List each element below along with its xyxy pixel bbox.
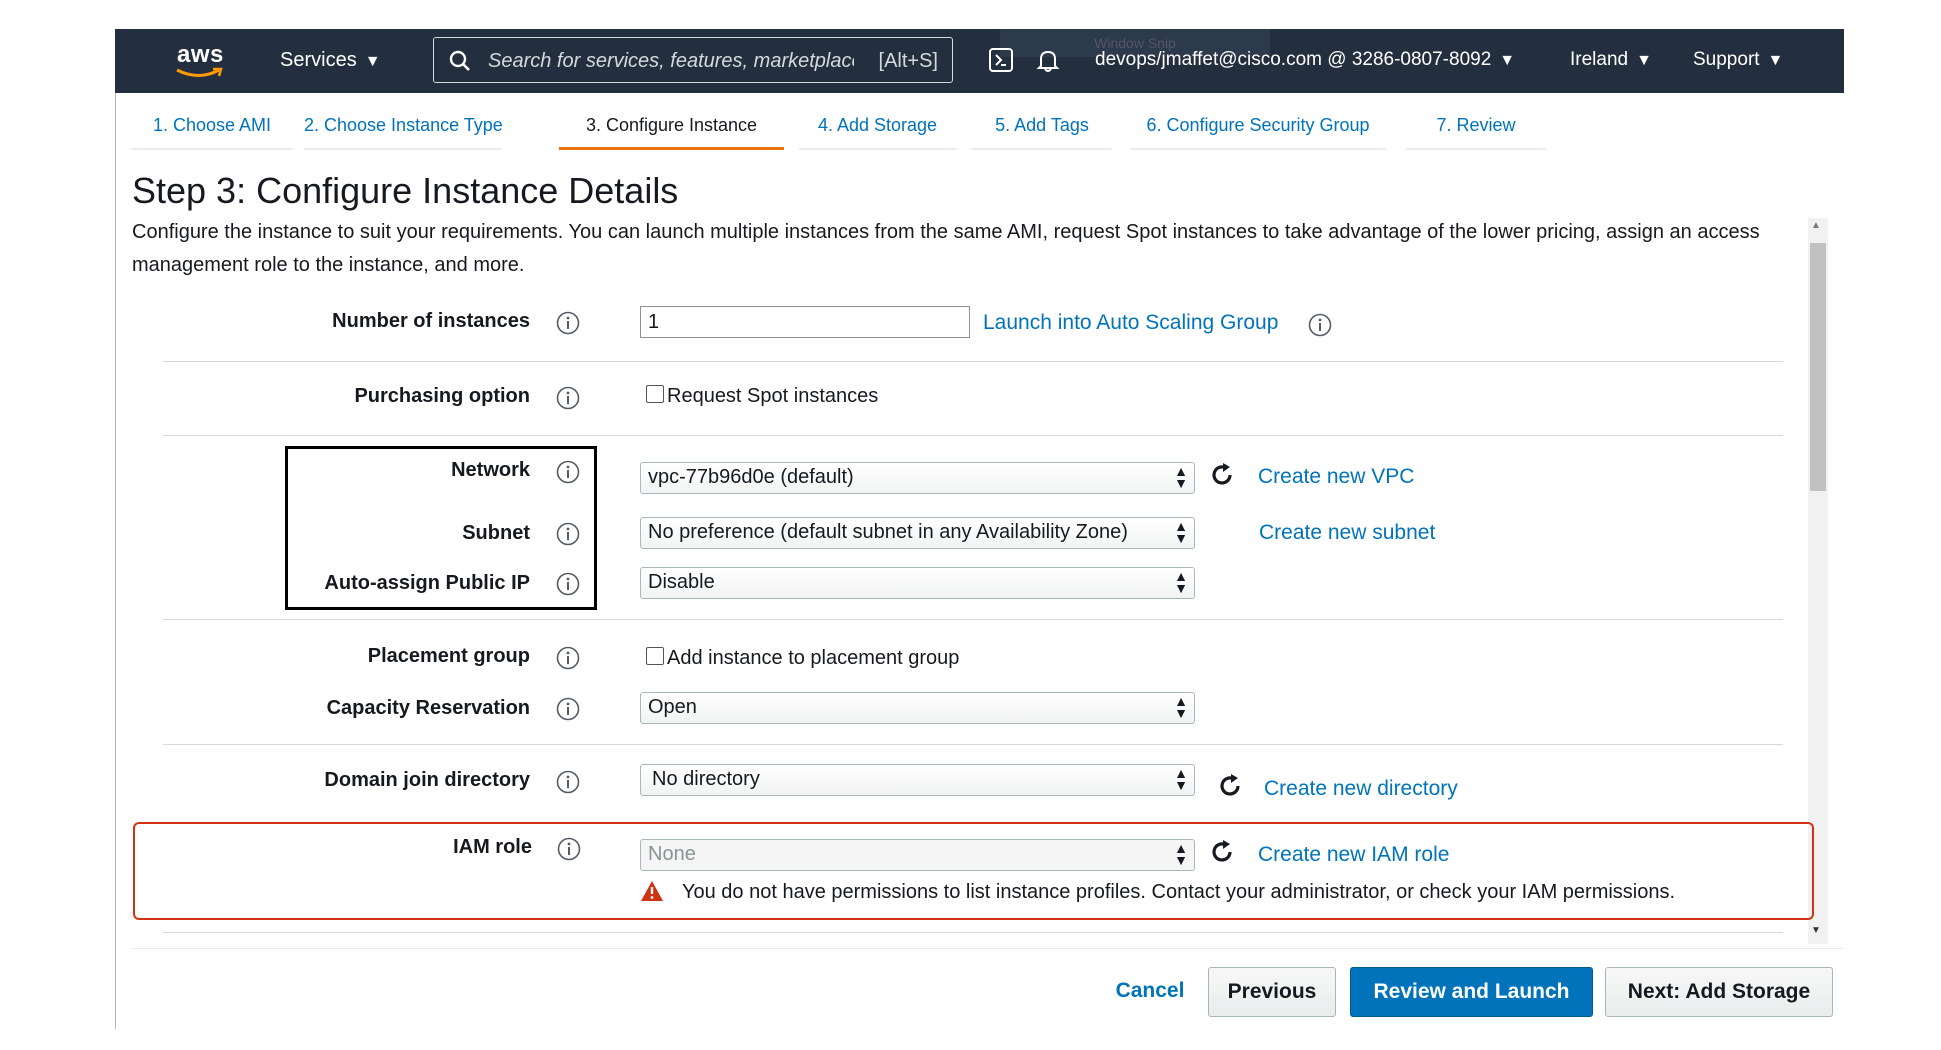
scrollbar-thumb[interactable] [1810,243,1826,491]
aws-smile-icon [176,67,223,77]
refresh-icon[interactable] [1216,772,1244,800]
subnet-value: No preference (default subnet in any Ava… [648,521,1128,543]
warning-icon [641,881,663,901]
step-review[interactable]: 7. Review [1406,100,1546,150]
select-arrows-icon: ▲ ▼ [1174,518,1188,546]
placement-group-checkbox-label: Add instance to placement group [667,647,960,669]
num-instances-label: Number of instances [332,310,530,332]
row-divider [163,932,1783,933]
footer-divider [132,948,1843,949]
caret-down-icon: ▼ [1636,52,1652,69]
support-label: Support [1693,49,1760,70]
step-configure-instance[interactable]: 3. Configure Instance [559,100,784,150]
capacity-reservation-value: Open [648,696,697,718]
launch-asg-link[interactable]: Launch into Auto Scaling Group [983,311,1278,335]
create-vpc-link[interactable]: Create new VPC [1258,465,1414,489]
capacity-reservation-select[interactable]: Open ▲ ▼ [640,692,1195,724]
select-arrows-icon: ▲ ▼ [1174,840,1188,868]
support-menu[interactable]: Support ▼ [1693,49,1783,71]
select-arrows-icon: ▲ ▼ [1174,765,1188,793]
page-description: Configure the instance to suit your requ… [132,221,1760,276]
services-label: Services [280,49,357,71]
auto-assign-ip-value: Disable [648,571,715,593]
services-menu[interactable]: Services ▼ [280,49,381,72]
network-label: Network [451,459,530,481]
search-box[interactable]: Search for services, features, marketpla… [433,37,953,83]
auto-assign-ip-select[interactable]: Disable ▲ ▼ [640,567,1195,599]
request-spot-label: Request Spot instances [667,385,879,407]
subnet-select[interactable]: No preference (default subnet in any Ava… [640,517,1195,549]
create-directory-link[interactable]: Create new directory [1264,777,1458,801]
top-nav: aws Services ▼ Search for services, featu… [115,29,1844,93]
step-add-storage[interactable]: 4. Add Storage [799,100,956,150]
iam-error-message: You do not have permissions to list inst… [682,881,1676,903]
domain-join-value: No directory [652,768,760,790]
checkbox-box[interactable] [646,647,664,665]
info-icon[interactable] [556,646,580,670]
caret-down-icon: ▼ [364,53,381,70]
search-placeholder: Search for services, features, marketpla… [488,50,854,72]
iam-role-value: None [648,843,696,865]
subnet-label: Subnet [462,522,530,544]
region-label: Ireland [1570,49,1629,70]
step-configure-security-group[interactable]: 6. Configure Security Group [1130,100,1386,150]
search-shortcut: [Alt+S] [878,50,938,72]
refresh-icon[interactable] [1208,461,1236,489]
iam-role-label: IAM role [453,836,532,858]
network-select[interactable]: vpc-77b96d0e (default) ▲ ▼ [640,462,1195,494]
select-arrows-icon: ▲ ▼ [1174,568,1188,596]
domain-join-select[interactable]: No directory ▲ ▼ [640,764,1195,796]
row-divider [163,619,1783,620]
iam-role-select[interactable]: None ▲ ▼ [640,839,1195,871]
step-choose-ami[interactable]: 1. Choose AMI [132,100,292,150]
review-and-launch-button[interactable]: Review and Launch [1350,967,1593,1017]
placement-group-checkbox[interactable]: Add instance to placement group [646,647,959,670]
step-add-tags[interactable]: 5. Add Tags [972,100,1112,150]
info-icon[interactable] [557,837,581,861]
caret-down-icon: ▼ [1499,52,1516,69]
select-arrows-icon: ▲ ▼ [1174,693,1188,721]
info-icon[interactable] [556,572,580,596]
select-arrows-icon: ▲ ▼ [1174,463,1188,491]
info-icon[interactable] [556,770,580,794]
scroll-down-arrow-icon[interactable]: ▼ [1811,925,1821,936]
create-iam-role-link[interactable]: Create new IAM role [1258,843,1449,867]
bell-icon[interactable] [1035,47,1061,73]
caret-down-icon: ▼ [1767,52,1784,69]
request-spot-checkbox[interactable]: Request Spot instances [646,385,878,408]
info-icon[interactable] [1308,313,1332,337]
row-divider [163,744,1783,745]
checkbox-box[interactable] [646,385,664,403]
scroll-up-arrow-icon[interactable]: ▲ [1811,220,1821,231]
step-choose-instance-type[interactable]: 2. Choose Instance Type [304,100,503,150]
capacity-reservation-label: Capacity Reservation [326,697,530,719]
refresh-icon[interactable] [1208,838,1236,866]
account-menu[interactable]: devops/jmaffet@cisco.com @ 3286-0807-809… [1095,49,1515,71]
num-instances-input[interactable]: 1 [640,306,970,338]
purchasing-option-label: Purchasing option [354,385,530,407]
network-value: vpc-77b96d0e (default) [648,466,854,488]
next-add-storage-button[interactable]: Next: Add Storage [1605,967,1833,1017]
search-icon [449,50,470,71]
info-icon[interactable] [556,522,580,546]
aws-logo-text: aws [177,41,224,68]
account-label: devops/jmaffet@cisco.com @ 3286-0807-809… [1095,49,1492,70]
row-divider [163,361,1783,362]
auto-assign-ip-label: Auto-assign Public IP [324,572,530,594]
domain-join-label: Domain join directory [324,769,530,791]
create-subnet-link[interactable]: Create new subnet [1259,521,1435,545]
row-divider [163,435,1783,436]
info-icon[interactable] [556,311,580,335]
cloudshell-icon[interactable] [988,47,1014,73]
page-title: Step 3: Configure Instance Details [132,170,679,211]
region-menu[interactable]: Ireland ▼ [1570,49,1652,71]
previous-button[interactable]: Previous [1208,967,1336,1017]
info-icon[interactable] [556,697,580,721]
cancel-button[interactable]: Cancel [1100,967,1200,1017]
info-icon[interactable] [556,386,580,410]
aws-logo[interactable]: aws [175,39,231,83]
placement-group-label: Placement group [367,645,530,667]
info-icon[interactable] [556,460,580,484]
